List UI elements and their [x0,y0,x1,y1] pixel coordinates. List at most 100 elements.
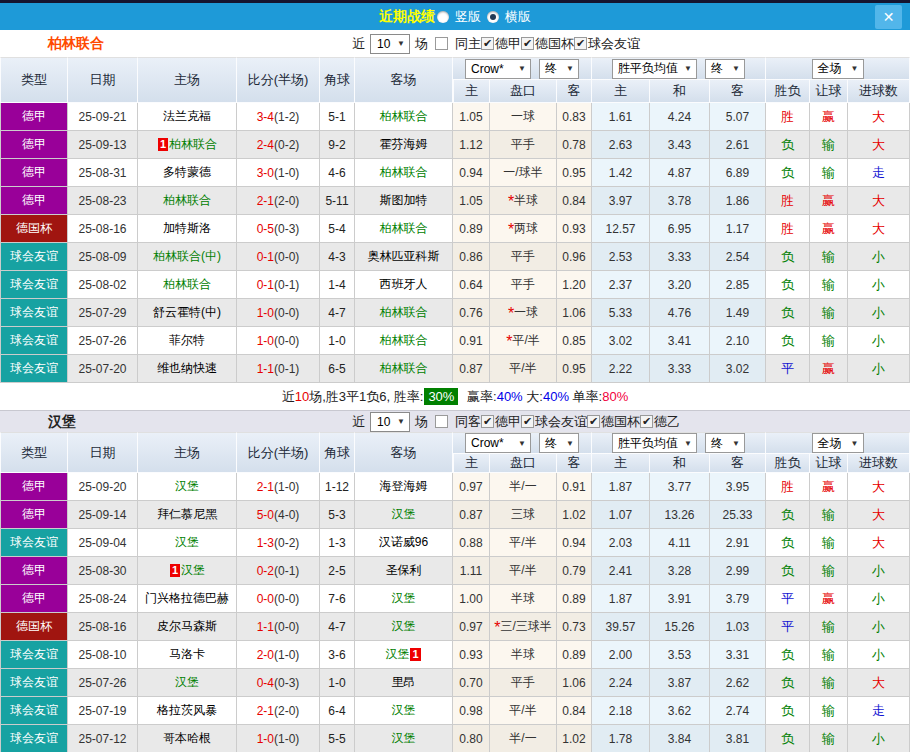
score-cell: 3-4(1-2) [237,103,320,131]
team-link: 拜仁慕尼黑 [157,507,217,521]
chevron-down-icon: ▼ [566,64,574,73]
team-link: 舒云霍特(中) [153,305,221,319]
handicap: 一/球半 [490,159,557,187]
league-checkbox-德乙[interactable] [640,415,653,428]
avg-select[interactable]: 胜平负均值▼ [612,433,697,453]
away-odds: 0.84 [557,697,592,725]
result-wdl: 负 [766,131,810,159]
competition-tag: 球会友谊 [0,327,68,355]
avg-loss: 2.74 [710,697,766,725]
match-date: 25-09-04 [68,529,138,557]
league-label[interactable]: 球会友谊 [535,413,587,431]
final-select[interactable]: 终▼ [705,433,745,453]
result-goals: 走 [848,697,910,725]
final-select[interactable]: 终▼ [705,59,745,79]
chevron-down-icon: ▼ [518,64,526,73]
handicap: 三球 [490,501,557,529]
corner-cell: 5-5 [320,725,355,752]
avg-loss: 25.33 [710,501,766,529]
same-venue-checkbox[interactable] [435,37,448,50]
competition-tag: 德国杯 [0,215,68,243]
horizontal-radio[interactable] [487,11,499,23]
team-link: 格拉茨风暴 [157,703,217,717]
horizontal-radio-label[interactable]: 横版 [505,8,531,26]
matches-table: 类型日期主场比分(半场)角球客场Crow*▼终▼胜平负均值▼终▼全场▼主盘口客主… [0,57,910,383]
result-handicap: 输 [810,501,848,529]
league-label[interactable]: 德乙 [654,413,680,431]
same-venue-label[interactable]: 同主 [455,35,481,53]
avg-loss: 2.61 [710,131,766,159]
close-icon[interactable]: ✕ [875,5,902,29]
league-label[interactable]: 德国杯 [601,413,640,431]
sub-column-header: 客 [710,454,766,473]
score-cell: 0-2(0-1) [237,557,320,585]
team-link: 法兰克福 [163,109,211,123]
match-date: 25-07-19 [68,697,138,725]
home-odds: 0.80 [453,725,490,752]
home-team-cell: 汉堡 [138,669,237,697]
match-date: 25-09-21 [68,103,138,131]
chevron-down-icon: ▼ [851,64,859,73]
final-select[interactable]: 终▼ [539,433,579,453]
odds-company-select[interactable]: Crow*▼ [465,433,531,453]
match-count-select[interactable]: 10▼ [370,412,410,432]
team-link: 汉堡 [392,507,416,521]
match-row: 球会友谊 25-07-19 格拉茨风暴 2-1(2-0) 6-4 汉堡 0.98… [0,697,910,725]
league-label[interactable]: 德甲 [495,413,521,431]
corner-cell: 6-4 [320,697,355,725]
avg-select[interactable]: 胜平负均值▼ [612,59,697,79]
away-odds: 0.79 [557,557,592,585]
avg-draw: 15.26 [650,613,710,641]
away-odds: 0.83 [557,103,592,131]
home-team-cell: 柏林联合 [138,187,237,215]
league-checkbox-德甲[interactable] [481,415,494,428]
team-link: 西班牙人 [380,277,428,291]
match-count-select[interactable]: 10▼ [370,34,410,54]
competition-tag: 德甲 [0,557,68,585]
scope-select[interactable]: 全场▼ [812,59,864,79]
league-label[interactable]: 德国杯 [535,35,574,53]
result-handicap: 赢 [810,103,848,131]
home-odds: 0.86 [453,243,490,271]
final-select[interactable]: 终▼ [539,59,579,79]
avg-loss: 1.03 [710,613,766,641]
handicap: 平/半 [490,557,557,585]
column-header: 类型 [0,57,68,103]
same-venue-checkbox[interactable] [435,415,448,428]
scope-select[interactable]: 全场▼ [812,433,864,453]
home-odds: 0.97 [453,473,490,501]
league-checkbox-球会友谊[interactable] [574,37,587,50]
sub-column-header: 盘口 [490,454,557,473]
home-odds: 0.87 [453,501,490,529]
vertical-radio[interactable] [437,11,449,23]
team-link: 柏林联合(中) [153,249,221,263]
result-handicap: 输 [810,641,848,669]
league-label[interactable]: 德甲 [495,35,521,53]
home-team-cell: 舒云霍特(中) [138,299,237,327]
league-checkbox-球会友谊[interactable] [521,415,534,428]
chevron-down-icon: ▼ [732,64,740,73]
score-cell: 2-0(1-0) [237,641,320,669]
match-date: 25-08-10 [68,641,138,669]
chevron-down-icon: ▼ [397,39,405,48]
league-label[interactable]: 球会友谊 [588,35,640,53]
chevron-down-icon: ▼ [397,417,405,426]
league-checkbox-德国杯[interactable] [587,415,600,428]
home-team-cell: 多特蒙德 [138,159,237,187]
home-team-cell: 菲尔特 [138,327,237,355]
score-cell: 0-1(0-1) [237,271,320,299]
avg-win: 1.87 [592,473,650,501]
odds-company-select[interactable]: Crow*▼ [465,59,531,79]
avg-win: 3.97 [592,187,650,215]
match-row: 德甲 25-08-31 多特蒙德 3-0(1-0) 4-6 柏林联合 0.94 … [0,159,910,187]
result-handicap: 输 [810,529,848,557]
away-odds: 0.93 [557,215,592,243]
score-cell: 2-1(2-0) [237,697,320,725]
result-goals: 小 [848,271,910,299]
home-team-cell: 格拉茨风暴 [138,697,237,725]
league-checkbox-德国杯[interactable] [521,37,534,50]
vertical-radio-label[interactable]: 竖版 [455,8,481,26]
league-checkbox-德甲[interactable] [481,37,494,50]
team-link: 柏林联合 [163,277,211,291]
same-venue-label[interactable]: 同客 [455,413,481,431]
